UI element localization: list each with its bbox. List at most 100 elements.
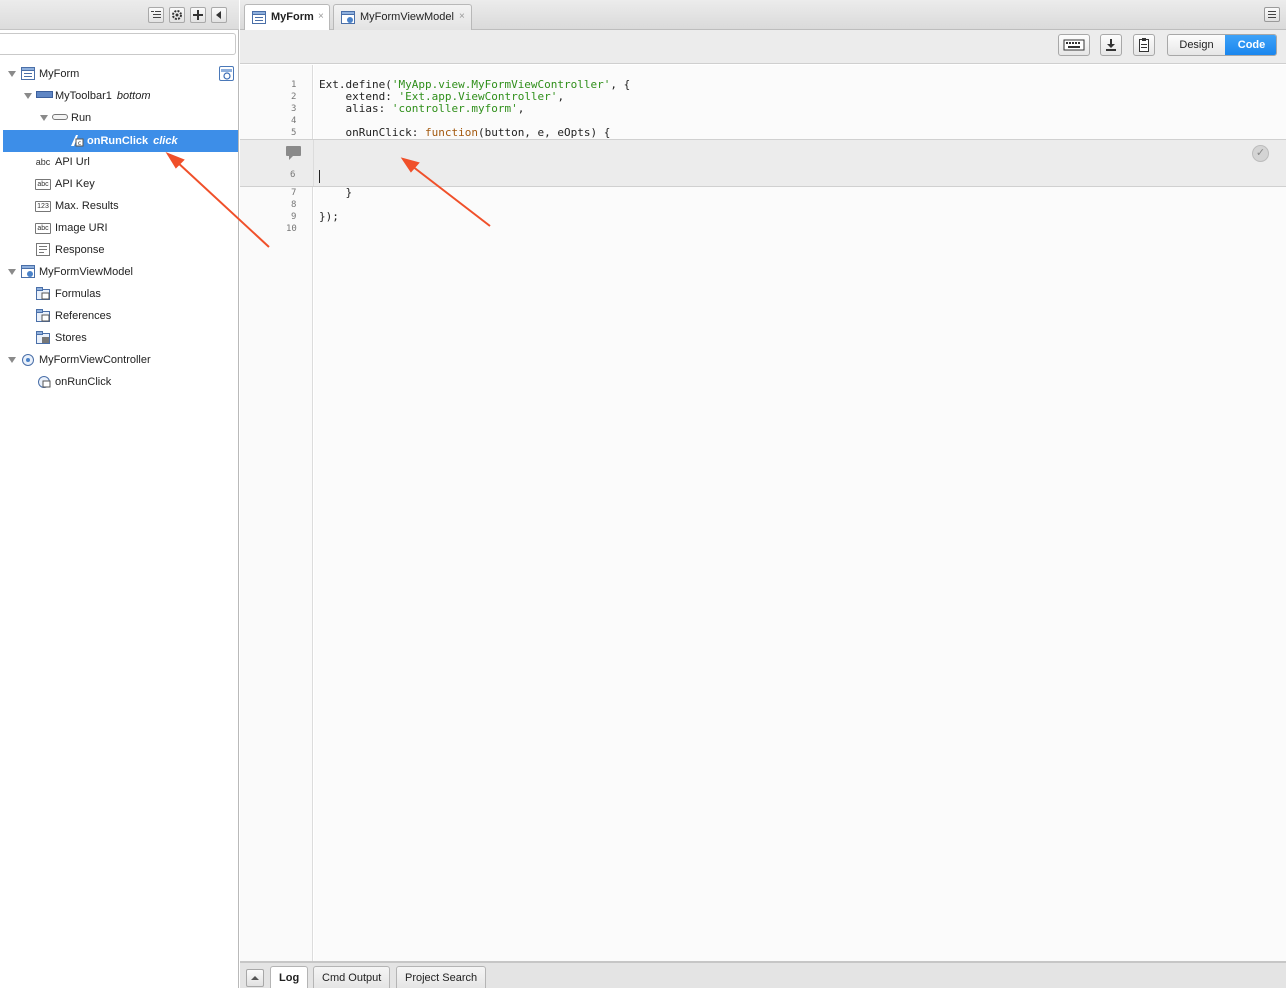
line-number: 3: [291, 104, 297, 114]
tree-node-label: Image URI: [55, 222, 108, 234]
event-binding-icon: c: [71, 135, 84, 147]
tree-node-label: onRunClick: [87, 135, 149, 147]
gear-icon[interactable]: [169, 7, 185, 23]
download-icon[interactable]: [1100, 34, 1122, 56]
tree-node-label: Response: [55, 244, 105, 256]
expand-up-icon[interactable]: [246, 969, 264, 987]
tree-node-image-uri[interactable]: abc Image URI: [0, 217, 239, 239]
expand-twisty-icon[interactable]: [24, 93, 32, 99]
number-field-icon: 123: [35, 201, 51, 212]
expand-twisty-icon[interactable]: [8, 357, 16, 363]
references-icon: [36, 309, 50, 322]
tab-myformviewmodel[interactable]: MyFormViewModel ×: [333, 4, 472, 30]
expand-twisty-icon[interactable]: [40, 115, 48, 121]
menu-icon[interactable]: [1264, 7, 1280, 22]
inspector-toolbar: [0, 0, 239, 30]
code-line: }: [319, 186, 353, 199]
tree-node-myformviewcontroller[interactable]: MyFormViewController: [0, 349, 239, 371]
tree-node-run[interactable]: Run: [0, 107, 239, 129]
editor-tabbar: MyForm × MyFormViewModel ×: [240, 0, 1286, 31]
tree-node-label: Max. Results: [55, 200, 119, 212]
tree-node-onrunclick-binding[interactable]: c onRunClick click: [3, 130, 238, 152]
tab-label: MyFormViewModel: [360, 11, 454, 23]
tree-node-label: References: [55, 310, 112, 322]
tab-cmd-output[interactable]: Cmd Output: [313, 966, 391, 988]
expand-twisty-icon[interactable]: [8, 269, 16, 275]
viewcontroller-icon: [22, 354, 34, 366]
tree-node-stores[interactable]: Stores: [0, 327, 239, 349]
viewmodel-icon: [341, 11, 355, 24]
gutter-divider: [313, 140, 314, 186]
tree-node-onrunclick-function[interactable]: onRunClick: [0, 371, 239, 393]
tree-node-label: Formulas: [55, 288, 101, 300]
viewmodel-icon: [21, 265, 35, 278]
tree-node-sublabel: click: [153, 135, 178, 147]
line-number: 2: [291, 92, 297, 102]
editable-function-body[interactable]: 6 ✓: [240, 139, 1286, 187]
text-field-icon: abc: [35, 179, 51, 190]
close-icon[interactable]: ×: [459, 11, 465, 22]
line-number: 6: [290, 170, 296, 180]
plus-icon[interactable]: [190, 7, 206, 23]
clipboard-icon[interactable]: [1133, 34, 1155, 56]
view-toggle: Design Code: [1167, 34, 1277, 56]
line-number: 5: [291, 128, 297, 138]
form-icon: [21, 67, 35, 80]
function-icon: [38, 376, 51, 388]
tree-node-response[interactable]: Response: [0, 239, 239, 261]
text-field-icon: abc: [35, 157, 51, 167]
code-line: });: [319, 210, 339, 223]
check-icon[interactable]: ✓: [1252, 145, 1269, 162]
code-button[interactable]: Code: [1225, 35, 1276, 55]
stores-icon: [36, 331, 50, 344]
tree-node-label: MyForm: [39, 68, 80, 80]
tree-node-api-url[interactable]: abc API Url: [0, 151, 239, 173]
tree-node-formulas[interactable]: Formulas: [0, 283, 239, 305]
collapse-left-icon[interactable]: [211, 7, 227, 23]
tree-node-label: Stores: [55, 332, 87, 344]
code-line: onRunClick: function(button, e, eOpts) {: [319, 126, 611, 139]
line-number-gutter: [240, 65, 313, 961]
tab-project-search[interactable]: Project Search: [396, 966, 487, 988]
tree-node-mytoolbar1[interactable]: MyToolbar1 bottom: [0, 85, 239, 107]
tree-node-myformviewmodel[interactable]: MyFormViewModel: [0, 261, 239, 283]
tab-log[interactable]: Log: [270, 966, 309, 988]
editor-panel: MyForm × MyFormViewModel × Design Code 6…: [240, 0, 1286, 988]
design-button[interactable]: Design: [1168, 35, 1225, 55]
keyboard-icon[interactable]: [1058, 34, 1090, 56]
tree-node-references[interactable]: References: [0, 305, 239, 327]
textarea-icon: [36, 243, 50, 256]
line-number: 1: [291, 80, 297, 90]
tree-node-label: API Url: [55, 156, 90, 168]
inspector-filter-input[interactable]: [0, 33, 236, 55]
tree-node-max-results[interactable]: 123 Max. Results: [0, 195, 239, 217]
line-number: 4: [291, 116, 297, 126]
editor-toolbar: Design Code: [240, 30, 1286, 64]
line-number: 8: [291, 200, 297, 210]
comment-icon[interactable]: [286, 146, 302, 160]
code-editor[interactable]: [314, 65, 1286, 961]
svg-text:c: c: [78, 140, 81, 147]
tree-node-myform[interactable]: MyForm: [0, 63, 239, 85]
code-line: alias: 'controller.myform',: [319, 102, 525, 115]
list-view-icon[interactable]: [148, 7, 164, 23]
line-number: 7: [291, 188, 297, 198]
tree-node-sublabel: bottom: [116, 90, 151, 102]
formulas-icon: [36, 287, 50, 300]
toolbar-icon: [36, 91, 53, 98]
architect-window: MyForm MyToolbar1 bottom Run c onRunClick: [0, 0, 1286, 988]
text-field-icon: abc: [35, 223, 51, 234]
tab-label: MyForm: [271, 11, 314, 23]
tree-node-label: API Key: [55, 178, 95, 190]
tree-node-label: MyToolbar1: [55, 90, 112, 102]
expand-twisty-icon[interactable]: [8, 71, 16, 77]
tree-node-api-key[interactable]: abc API Key: [0, 173, 239, 195]
tree-node-label: MyFormViewModel: [39, 266, 133, 278]
line-number: 10: [286, 224, 297, 234]
sync-link-icon[interactable]: [219, 66, 234, 81]
close-icon[interactable]: ×: [318, 11, 324, 22]
tree-node-label: MyFormViewController: [39, 354, 151, 366]
tab-myform[interactable]: MyForm ×: [244, 4, 330, 31]
form-icon: [252, 11, 266, 24]
line-number: 9: [291, 212, 297, 222]
